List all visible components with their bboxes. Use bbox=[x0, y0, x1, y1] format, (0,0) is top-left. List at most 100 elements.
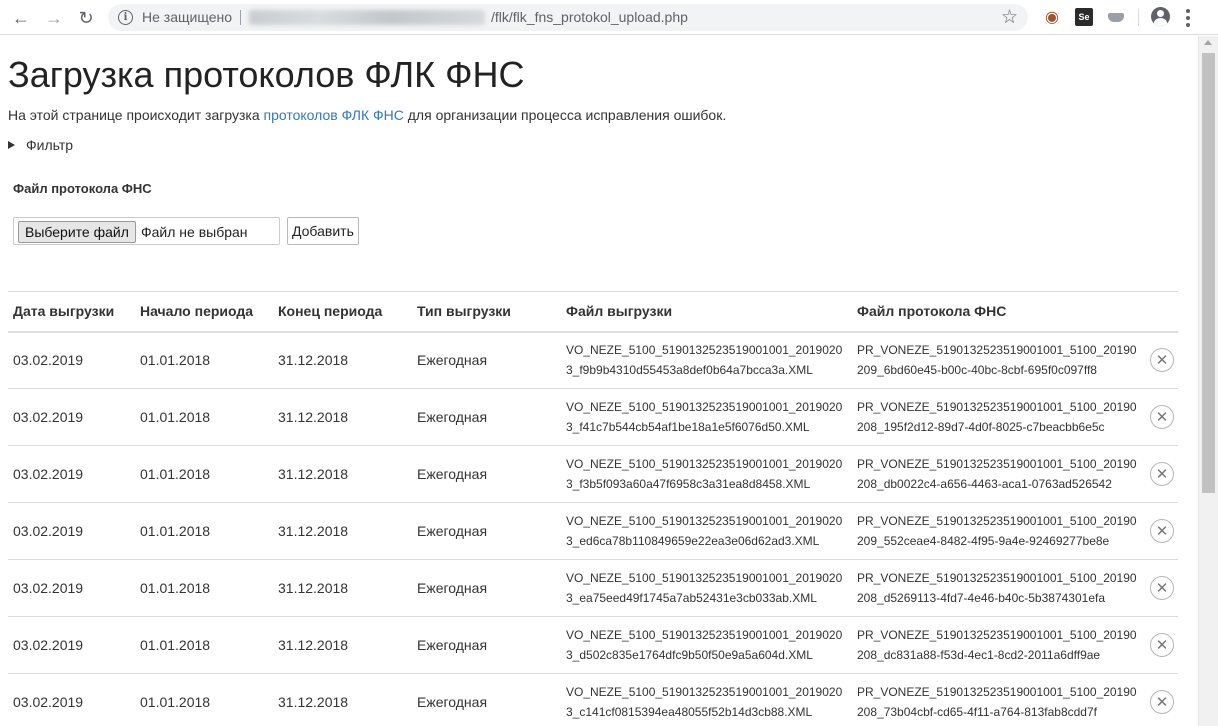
table-row: 03.02.2019 01.01.2018 31.12.2018 Ежегодн… bbox=[8, 388, 1178, 446]
scroll-thumb[interactable] bbox=[1202, 53, 1215, 493]
cell-protocol-file: PR_VONEZE_5190132523519001001_5100_20190… bbox=[852, 502, 1142, 560]
delete-x-icon[interactable]: ✕ bbox=[1150, 348, 1174, 373]
toolbar-divider bbox=[1138, 9, 1139, 26]
cell-start: 01.01.2018 bbox=[135, 502, 273, 560]
reload-icon[interactable]: ↻ bbox=[74, 6, 98, 30]
forward-arrow-icon[interactable]: → bbox=[42, 6, 66, 30]
profile-avatar-icon[interactable] bbox=[1151, 7, 1170, 26]
protocols-link[interactable]: протоколов ФЛК ФНС bbox=[264, 107, 404, 123]
cell-export-file: VO_NEZE_5100_5190132523519001001_2019020… bbox=[561, 502, 852, 560]
cell-actions: ✕ bbox=[1142, 445, 1178, 503]
cell-start: 01.01.2018 bbox=[135, 559, 273, 617]
cell-date: 03.02.2019 bbox=[8, 331, 135, 389]
filter-label: Фильтр bbox=[26, 137, 74, 153]
page-title: Загрузка протоколов ФЛК ФНС bbox=[8, 54, 525, 95]
cell-type: Ежегодная bbox=[412, 331, 561, 389]
protocols-table: Дата выгрузки Начало периода Конец перио… bbox=[8, 291, 1178, 726]
extension-hat-icon[interactable] bbox=[1107, 8, 1125, 26]
cell-actions: ✕ bbox=[1142, 502, 1178, 560]
cell-type: Ежегодная bbox=[412, 673, 561, 726]
table-row: 03.02.2019 01.01.2018 31.12.2018 Ежегодн… bbox=[8, 559, 1178, 617]
filter-toggle[interactable]: Фильтр bbox=[8, 137, 73, 153]
delete-x-icon[interactable]: ✕ bbox=[1150, 576, 1174, 600]
intro-text: На этой странице происходит загрузка про… bbox=[8, 107, 726, 123]
header-period-start: Начало периода bbox=[135, 291, 273, 333]
table-row: 03.02.2019 01.01.2018 31.12.2018 Ежегодн… bbox=[8, 502, 1178, 560]
info-icon[interactable]: i bbox=[118, 10, 133, 25]
cell-type: Ежегодная bbox=[412, 616, 561, 674]
cell-end: 31.12.2018 bbox=[273, 673, 412, 726]
url-separator bbox=[240, 10, 241, 25]
blurred-host bbox=[249, 10, 485, 25]
header-export-date: Дата выгрузки bbox=[8, 291, 135, 333]
cell-date: 03.02.2019 bbox=[8, 502, 135, 560]
delete-x-icon[interactable]: ✕ bbox=[1150, 462, 1174, 486]
address-bar[interactable]: i Не защищено /flk/flk_fns_protokol_uplo… bbox=[108, 4, 1028, 31]
cell-start: 01.01.2018 bbox=[135, 616, 273, 674]
cell-protocol-file: PR_VONEZE_5190132523519001001_5100_20190… bbox=[852, 673, 1142, 726]
security-status: Не защищено bbox=[142, 9, 232, 25]
extension-icon[interactable]: ◉ bbox=[1043, 8, 1061, 26]
cell-export-file: VO_NEZE_5100_5190132523519001001_2019020… bbox=[561, 388, 852, 446]
add-button[interactable]: Добавить bbox=[287, 217, 359, 245]
cell-end: 31.12.2018 bbox=[273, 502, 412, 560]
url-path: /flk/flk_fns_protokol_upload.php bbox=[491, 9, 688, 25]
cell-protocol-file: PR_VONEZE_5190132523519001001_5100_20190… bbox=[852, 559, 1142, 617]
cell-actions: ✕ bbox=[1142, 331, 1178, 389]
header-export-file: Файл выгрузки bbox=[561, 291, 852, 333]
cell-start: 01.01.2018 bbox=[135, 388, 273, 446]
header-export-type: Тип выгрузки bbox=[412, 291, 561, 333]
cell-export-file: VO_NEZE_5100_5190132523519001001_2019020… bbox=[561, 331, 852, 389]
back-arrow-icon[interactable]: ← bbox=[9, 6, 33, 30]
kebab-menu-icon[interactable] bbox=[1186, 9, 1190, 27]
cell-protocol-file: PR_VONEZE_5190132523519001001_5100_20190… bbox=[852, 388, 1142, 446]
cell-end: 31.12.2018 bbox=[273, 388, 412, 446]
cell-type: Ежегодная bbox=[412, 445, 561, 503]
cell-date: 03.02.2019 bbox=[8, 388, 135, 446]
disclosure-triangle-icon[interactable] bbox=[8, 141, 15, 149]
cell-date: 03.02.2019 bbox=[8, 559, 135, 617]
scroll-up-arrow-icon[interactable] bbox=[1204, 40, 1212, 45]
table-header-row: Дата выгрузки Начало периода Конец перио… bbox=[8, 291, 1178, 333]
header-protocol-file: Файл протокола ФНС bbox=[852, 291, 1142, 333]
cell-end: 31.12.2018 bbox=[273, 445, 412, 503]
delete-x-icon[interactable]: ✕ bbox=[1150, 633, 1174, 657]
cell-type: Ежегодная bbox=[412, 388, 561, 446]
cell-actions: ✕ bbox=[1142, 616, 1178, 674]
file-input[interactable]: Выберите файл Файл не выбран bbox=[13, 217, 280, 245]
bookmark-star-icon[interactable]: ☆ bbox=[1001, 6, 1018, 29]
selenium-extension-icon[interactable]: Se bbox=[1075, 8, 1093, 26]
vertical-scrollbar[interactable] bbox=[1198, 36, 1218, 726]
cell-actions: ✕ bbox=[1142, 673, 1178, 726]
cell-export-file: VO_NEZE_5100_5190132523519001001_2019020… bbox=[561, 559, 852, 617]
cell-end: 31.12.2018 bbox=[273, 559, 412, 617]
header-period-end: Конец периода bbox=[273, 291, 412, 333]
cell-export-file: VO_NEZE_5100_5190132523519001001_2019020… bbox=[561, 616, 852, 674]
cell-protocol-file: PR_VONEZE_5190132523519001001_5100_20190… bbox=[852, 616, 1142, 674]
page-content: Загрузка протоколов ФЛК ФНС На этой стра… bbox=[0, 36, 1198, 726]
intro-text-before: На этой странице происходит загрузка bbox=[8, 107, 264, 123]
header-actions bbox=[1142, 291, 1178, 333]
delete-x-icon[interactable]: ✕ bbox=[1150, 519, 1174, 543]
cell-actions: ✕ bbox=[1142, 388, 1178, 446]
cell-protocol-file: PR_VONEZE_5190132523519001001_5100_20190… bbox=[852, 445, 1142, 503]
intro-text-after: для организации процесса исправления оши… bbox=[403, 107, 727, 123]
cell-end: 31.12.2018 bbox=[273, 616, 412, 674]
table-row: 03.02.2019 01.01.2018 31.12.2018 Ежегодн… bbox=[8, 331, 1178, 389]
cell-date: 03.02.2019 bbox=[8, 616, 135, 674]
table-body: 03.02.2019 01.01.2018 31.12.2018 Ежегодн… bbox=[8, 331, 1178, 726]
delete-x-icon[interactable]: ✕ bbox=[1150, 690, 1174, 714]
cell-date: 03.02.2019 bbox=[8, 445, 135, 503]
delete-x-icon[interactable]: ✕ bbox=[1150, 405, 1174, 429]
choose-file-button[interactable]: Выберите файл bbox=[18, 221, 136, 243]
cell-type: Ежегодная bbox=[412, 559, 561, 617]
cell-protocol-file: PR_VONEZE_5190132523519001001_5100_20190… bbox=[852, 331, 1142, 389]
cell-start: 01.01.2018 bbox=[135, 673, 273, 726]
table-row: 03.02.2019 01.01.2018 31.12.2018 Ежегодн… bbox=[8, 616, 1178, 674]
cell-end: 31.12.2018 bbox=[273, 331, 412, 389]
table-row: 03.02.2019 01.01.2018 31.12.2018 Ежегодн… bbox=[8, 445, 1178, 503]
cell-date: 03.02.2019 bbox=[8, 673, 135, 726]
cell-start: 01.01.2018 bbox=[135, 331, 273, 389]
cell-export-file: VO_NEZE_5100_5190132523519001001_2019020… bbox=[561, 445, 852, 503]
table-row: 03.02.2019 01.01.2018 31.12.2018 Ежегодн… bbox=[8, 673, 1178, 726]
